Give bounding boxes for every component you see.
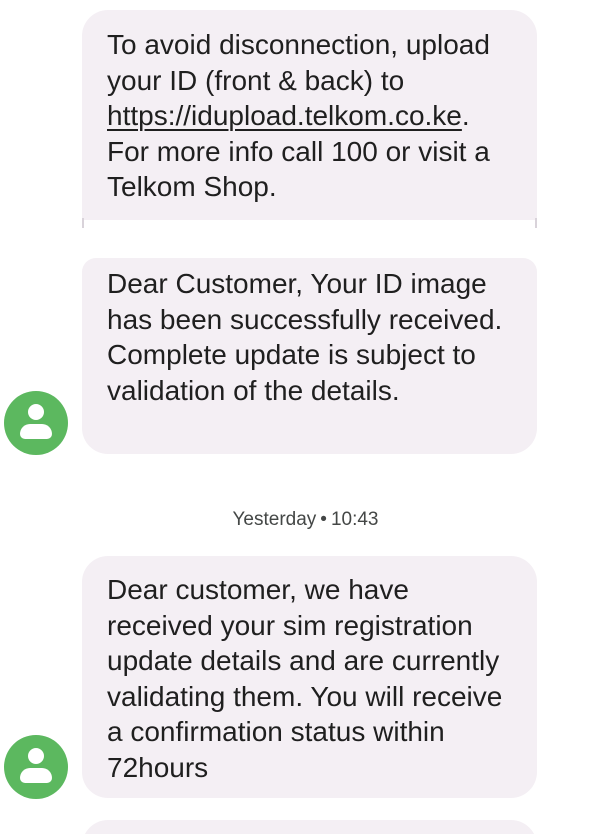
timestamp-separator: • <box>320 509 327 530</box>
message-link[interactable]: https://idupload.telkom.co.ke <box>107 100 462 131</box>
bubble-edge-left <box>82 218 84 228</box>
sender-avatar[interactable] <box>4 735 68 799</box>
message-text: Dear customer, we have received your sim… <box>107 574 503 783</box>
person-icon-body <box>20 424 52 439</box>
sender-avatar[interactable] <box>4 391 68 455</box>
message-bubble[interactable]: Dear Customer, Your ID image has been su… <box>82 258 537 454</box>
message-thread: To avoid disconnection, upload your ID (… <box>0 0 611 834</box>
message-text: To avoid disconnection, upload your ID (… <box>107 29 490 202</box>
message-bubble[interactable]: To avoid disconnection, upload your ID (… <box>82 10 537 220</box>
message-bubble[interactable]: Dear customer, we have received your sim… <box>82 556 537 798</box>
person-icon-body <box>20 768 52 783</box>
timestamp-day: Yesterday <box>232 509 317 530</box>
person-icon <box>28 404 44 420</box>
person-icon <box>28 748 44 764</box>
bubble-edge-right <box>535 218 537 228</box>
message-text: Dear Customer, Your ID image has been su… <box>107 268 503 406</box>
date-separator: Yesterday • 10:43 <box>0 509 611 531</box>
message-bubble-partial[interactable] <box>82 820 537 834</box>
timestamp-time: 10:43 <box>330 509 379 530</box>
